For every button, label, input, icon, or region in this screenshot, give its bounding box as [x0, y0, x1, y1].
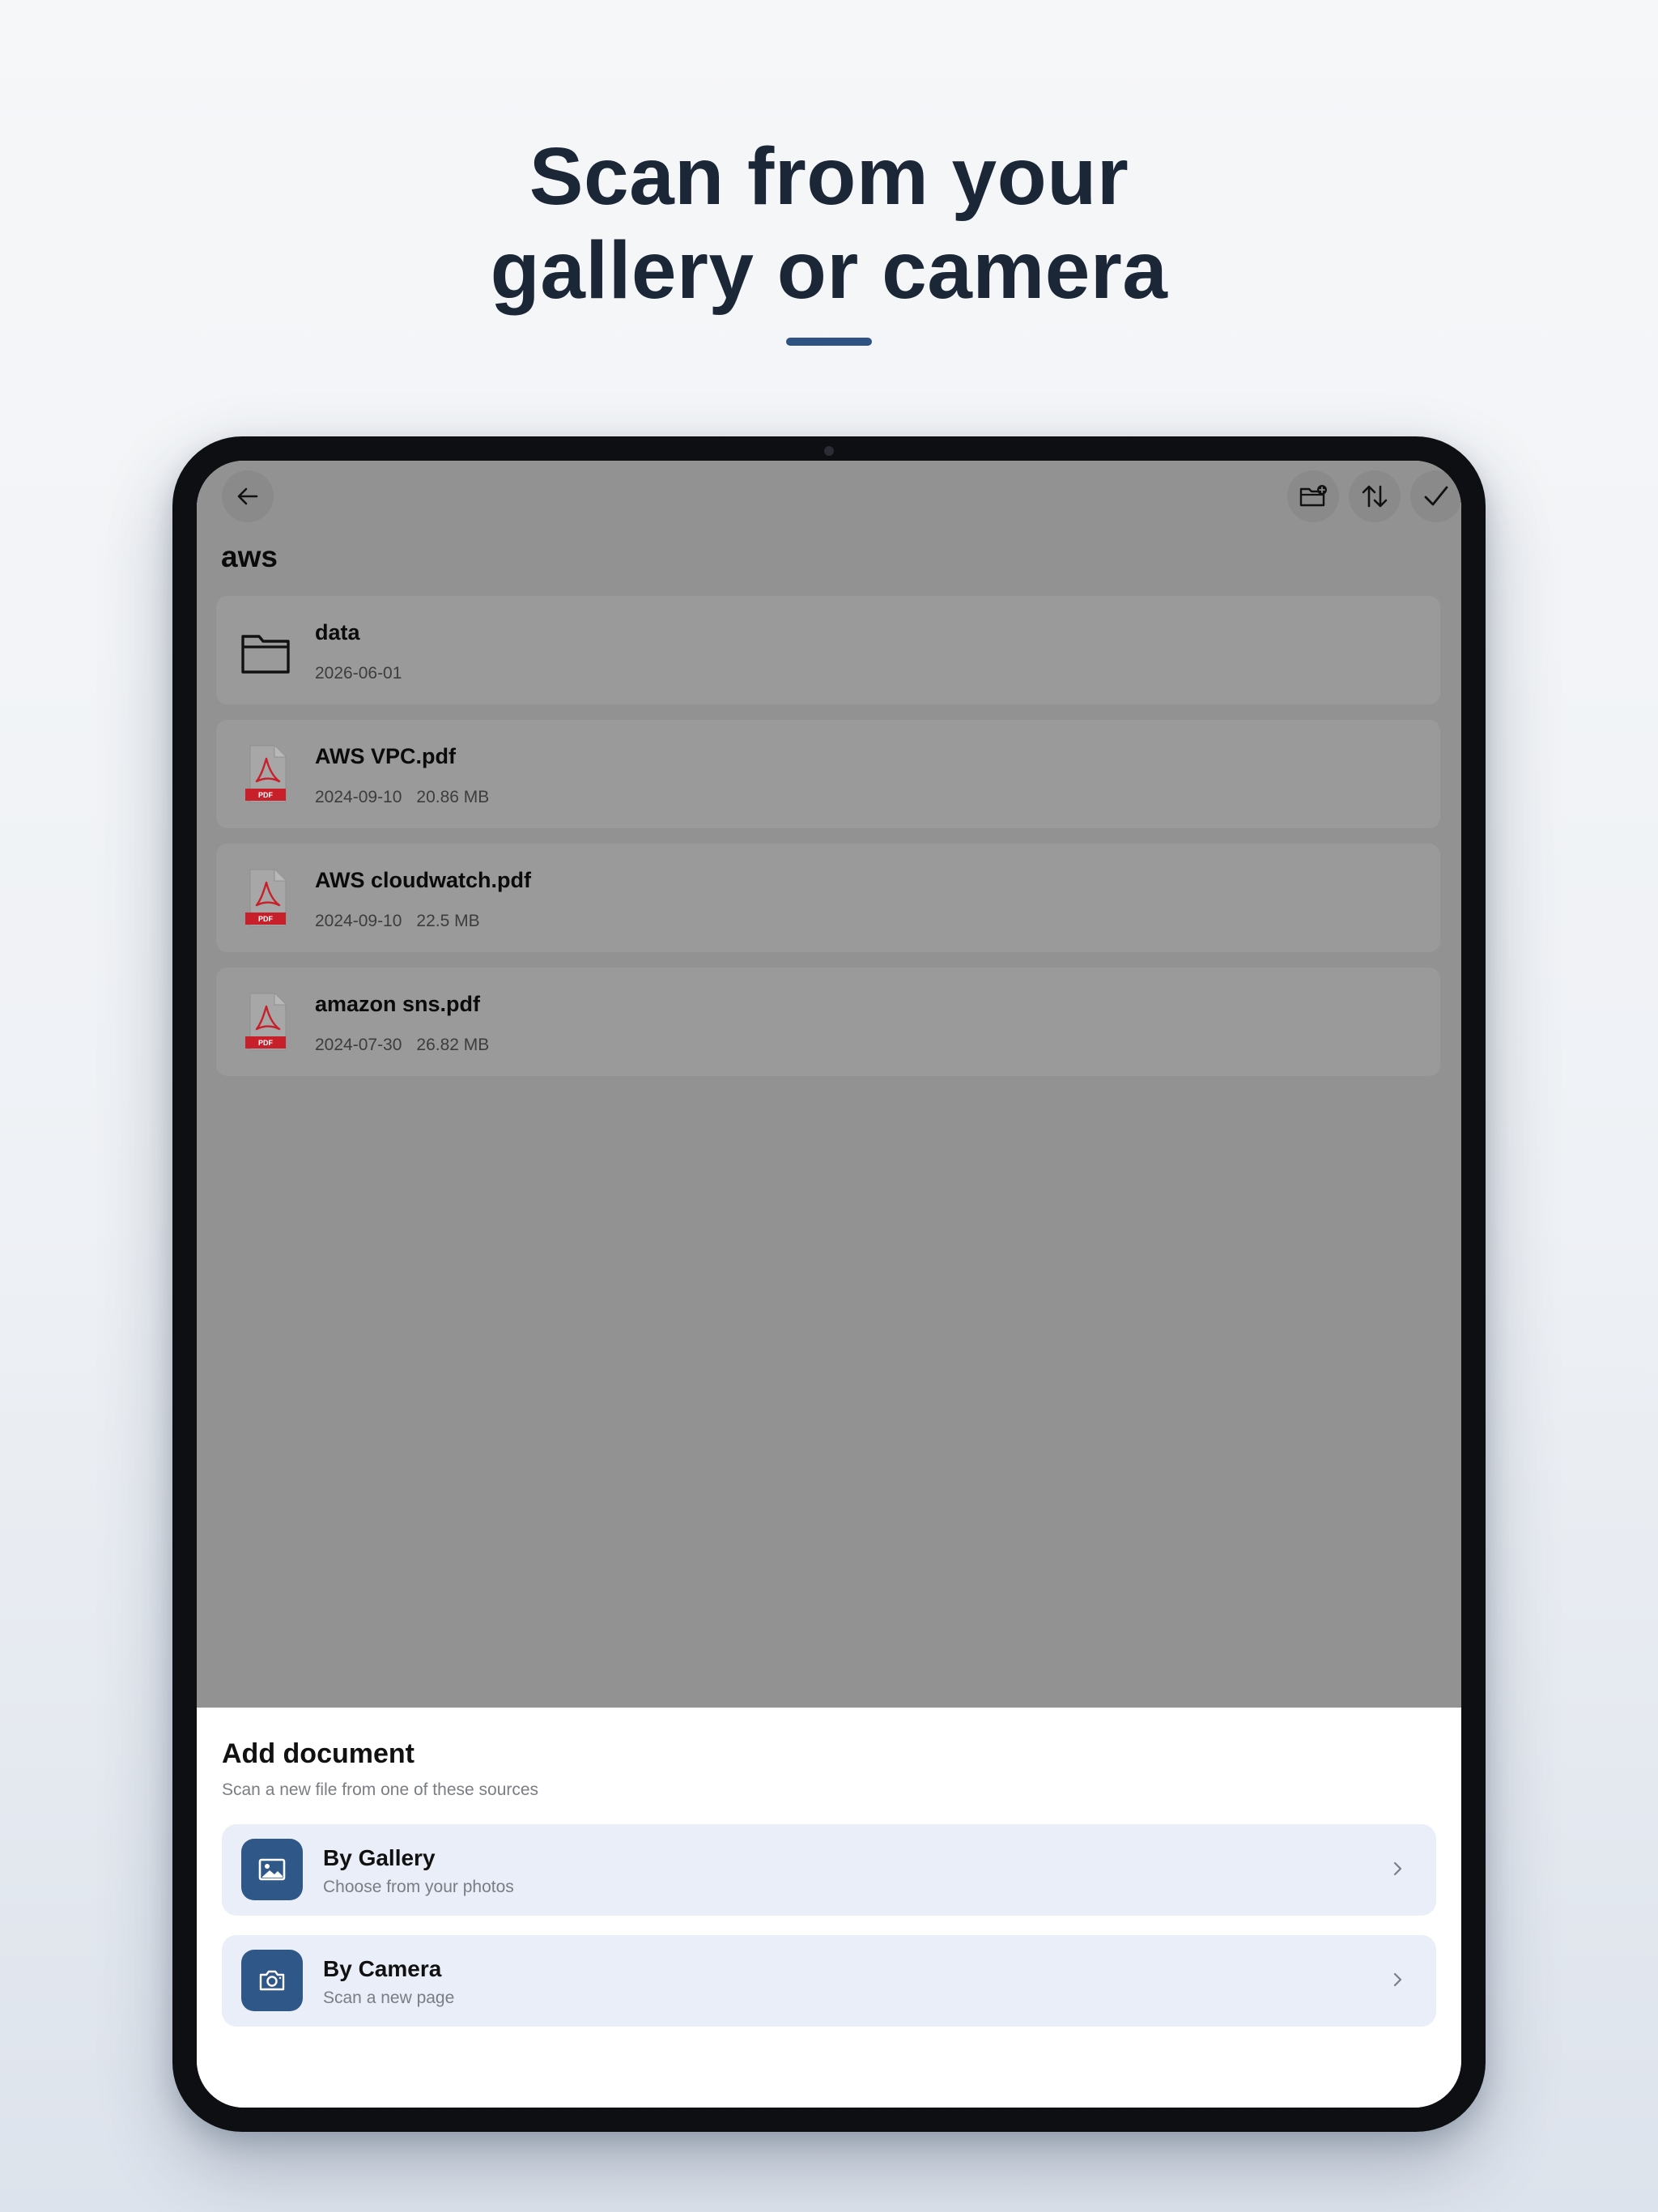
- headline-underline: [786, 338, 872, 346]
- file-browser: aws data 2026-06-01 PDF AWS VPC.pdf 2024…: [197, 461, 1461, 1708]
- file-date: 2024-09-10: [315, 912, 402, 930]
- file-name: AWS cloudwatch.pdf: [315, 868, 531, 892]
- option-description: Choose from your photos: [323, 1878, 514, 1896]
- headline-line-1: Scan from your: [529, 131, 1129, 222]
- by-camera-option[interactable]: By Camera Scan a new page: [222, 1935, 1436, 2027]
- image-icon: [241, 1839, 303, 1900]
- select-button[interactable]: [1410, 470, 1461, 522]
- folder-row-data[interactable]: data 2026-06-01: [216, 596, 1440, 704]
- file-name: AWS VPC.pdf: [315, 744, 456, 768]
- file-meta: 2026-06-01: [315, 664, 402, 683]
- file-size: 20.86 MB: [416, 788, 490, 806]
- pdf-badge-label: PDF: [258, 791, 274, 799]
- arrow-left-icon: [237, 487, 258, 505]
- file-row-amazon-sns[interactable]: PDF amazon sns.pdf 2024-07-30 26.82 MB: [216, 968, 1440, 1076]
- file-size: 26.82 MB: [416, 1036, 490, 1054]
- add-document-sheet: Add document Scan a new file from one of…: [197, 1708, 1461, 2108]
- folder-title: aws: [221, 540, 278, 573]
- pdf-badge-label: PDF: [258, 915, 274, 923]
- folder-icon: [241, 635, 290, 674]
- file-row-aws-vpc[interactable]: PDF AWS VPC.pdf 2024-09-10 20.86 MB: [216, 720, 1440, 828]
- by-gallery-option[interactable]: By Gallery Choose from your photos: [222, 1824, 1436, 1916]
- pdf-file-icon: PDF: [245, 993, 287, 1051]
- file-name: data: [315, 620, 360, 644]
- camera-icon: [241, 1950, 303, 2011]
- sheet-subtitle: Scan a new file from one of these source…: [222, 1780, 539, 1799]
- file-date: 2026-06-01: [315, 664, 402, 683]
- pdf-file-icon: PDF: [245, 869, 287, 927]
- option-title: By Gallery: [323, 1845, 436, 1870]
- file-row-aws-cloudwatch[interactable]: PDF AWS cloudwatch.pdf 2024-09-10 22.5 MB: [216, 844, 1440, 952]
- pdf-file-icon: PDF: [245, 745, 287, 803]
- tablet-frame: aws data 2026-06-01 PDF AWS VPC.pdf 2024…: [172, 436, 1486, 2132]
- checkmark-icon: [1424, 486, 1448, 506]
- chevron-right-icon: [1393, 1861, 1402, 1876]
- headline: Scan from your gallery or camera: [0, 130, 1658, 317]
- option-description: Scan a new page: [323, 1989, 455, 2007]
- file-meta: 2024-09-10 22.5 MB: [315, 912, 480, 931]
- front-camera-dot: [824, 446, 834, 456]
- file-size: 22.5 MB: [416, 912, 480, 930]
- file-meta: 2024-07-30 26.82 MB: [315, 1036, 489, 1055]
- back-button[interactable]: [222, 470, 274, 522]
- option-title: By Camera: [323, 1956, 442, 1981]
- file-meta: 2024-09-10 20.86 MB: [315, 788, 489, 807]
- file-list: data 2026-06-01 PDF AWS VPC.pdf 2024-09-…: [216, 596, 1440, 1091]
- file-name: amazon sns.pdf: [315, 992, 481, 1016]
- tablet-screen: aws data 2026-06-01 PDF AWS VPC.pdf 2024…: [197, 461, 1461, 2108]
- folder-plus-icon: [1299, 485, 1327, 507]
- new-folder-button[interactable]: [1287, 470, 1339, 522]
- sort-arrows-icon: [1362, 485, 1388, 508]
- file-date: 2024-09-10: [315, 788, 402, 806]
- sheet-title: Add document: [222, 1738, 414, 1769]
- pdf-badge-label: PDF: [258, 1039, 274, 1047]
- file-date: 2024-07-30: [315, 1036, 402, 1054]
- sort-button[interactable]: [1349, 470, 1401, 522]
- headline-line-2: gallery or camera: [490, 225, 1168, 316]
- chevron-right-icon: [1393, 1972, 1402, 1987]
